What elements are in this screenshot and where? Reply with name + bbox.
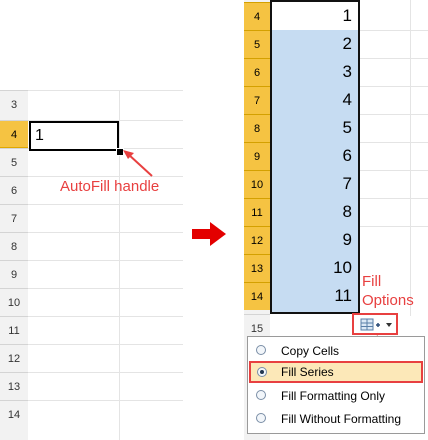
right-arrow-icon [192,222,226,246]
gridline [119,90,120,440]
row-header-6[interactable]: 6 [244,58,270,86]
series-cell-value[interactable]: 7 [272,174,352,194]
gridline [28,90,183,91]
row-header-4[interactable]: 4 [244,2,270,30]
gridline [28,204,183,205]
series-cell-value[interactable]: 2 [272,34,352,54]
menu-item-fill-without-formatting[interactable]: Fill Without Formatting [248,408,424,430]
row-header-6[interactable]: 6 [0,176,28,204]
fill-options-icon [360,318,392,331]
radio-icon [256,345,266,355]
gridline [410,0,411,316]
series-cell-value[interactable]: 9 [272,230,352,250]
row-header-3[interactable]: 3 [0,90,28,118]
series-cell-value[interactable]: 3 [272,62,352,82]
row-header-13[interactable]: 13 [0,372,28,400]
gridline [360,142,428,143]
series-cell-value[interactable]: 10 [272,258,352,278]
autofill-pointer-arrow [123,150,153,177]
row-header-14[interactable]: 14 [0,400,28,428]
gridline [360,58,428,59]
gridline [360,226,428,227]
radio-selected-icon [257,367,267,377]
row-header-12[interactable]: 12 [0,344,28,372]
gridline [28,400,183,401]
gridline [28,344,183,345]
row-header-8[interactable]: 8 [244,114,270,142]
radio-icon [256,413,266,423]
gridline [28,260,183,261]
menu-item-label: Fill Series [281,365,334,379]
menu-item-copy-cells[interactable]: Copy Cells [248,340,424,362]
gridline [28,372,183,373]
autofill-handle-label: AutoFill handle [60,178,160,195]
menu-item-fill-formatting-only[interactable]: Fill Formatting Only [248,385,424,407]
active-cell[interactable]: 1 [29,121,119,151]
gridline [360,86,428,87]
series-cell-value[interactable]: 4 [272,90,352,110]
gridline [360,30,428,31]
row-header-13[interactable]: 13 [244,254,270,282]
menu-item-fill-series[interactable]: Fill Series [249,361,423,383]
menu-item-label: Fill Formatting Only [281,389,386,403]
gridline [28,232,183,233]
fill-options-label-line1: Fill [362,273,382,290]
row-header-11[interactable]: 11 [244,198,270,226]
row-header-10[interactable]: 10 [244,170,270,198]
auto-fill-options-button[interactable] [352,313,398,335]
series-cell-value[interactable]: 8 [272,202,352,222]
row-header-12[interactable]: 12 [244,226,270,254]
menu-item-label: Fill Without Formatting [281,412,402,426]
radio-icon [256,390,266,400]
menu-item-label: Copy Cells [281,344,340,358]
left-row-header-column: 3 4 5 6 7 8 9 10 11 12 13 14 [0,90,28,440]
gridline [360,198,428,199]
row-header-9[interactable]: 9 [0,260,28,288]
row-header-8[interactable]: 8 [0,232,28,260]
series-cell-value[interactable]: 6 [272,146,352,166]
row-header-7[interactable]: 7 [244,86,270,114]
fill-options-label: Fill Options [362,272,414,310]
row-header-9[interactable]: 9 [244,142,270,170]
series-cell-value[interactable]: 5 [272,118,352,138]
row-header-4-selected[interactable]: 4 [0,120,28,148]
row-header-5[interactable]: 5 [244,30,270,58]
row-header-5[interactable]: 5 [0,148,28,176]
gridline [360,114,428,115]
series-cell-value[interactable]: 11 [272,286,352,306]
row-header-11[interactable]: 11 [0,316,28,344]
gridline [360,170,428,171]
gridline [28,316,183,317]
fill-options-label-line2: Options [362,292,414,309]
row-header-7[interactable]: 7 [0,204,28,232]
fill-options-menu: Copy Cells Fill Series Fill Formatting O… [247,336,425,434]
row-header-14[interactable]: 14 [244,282,270,310]
gridline [28,288,183,289]
series-cell-value[interactable]: 1 [272,6,352,26]
row-header-10[interactable]: 10 [0,288,28,316]
